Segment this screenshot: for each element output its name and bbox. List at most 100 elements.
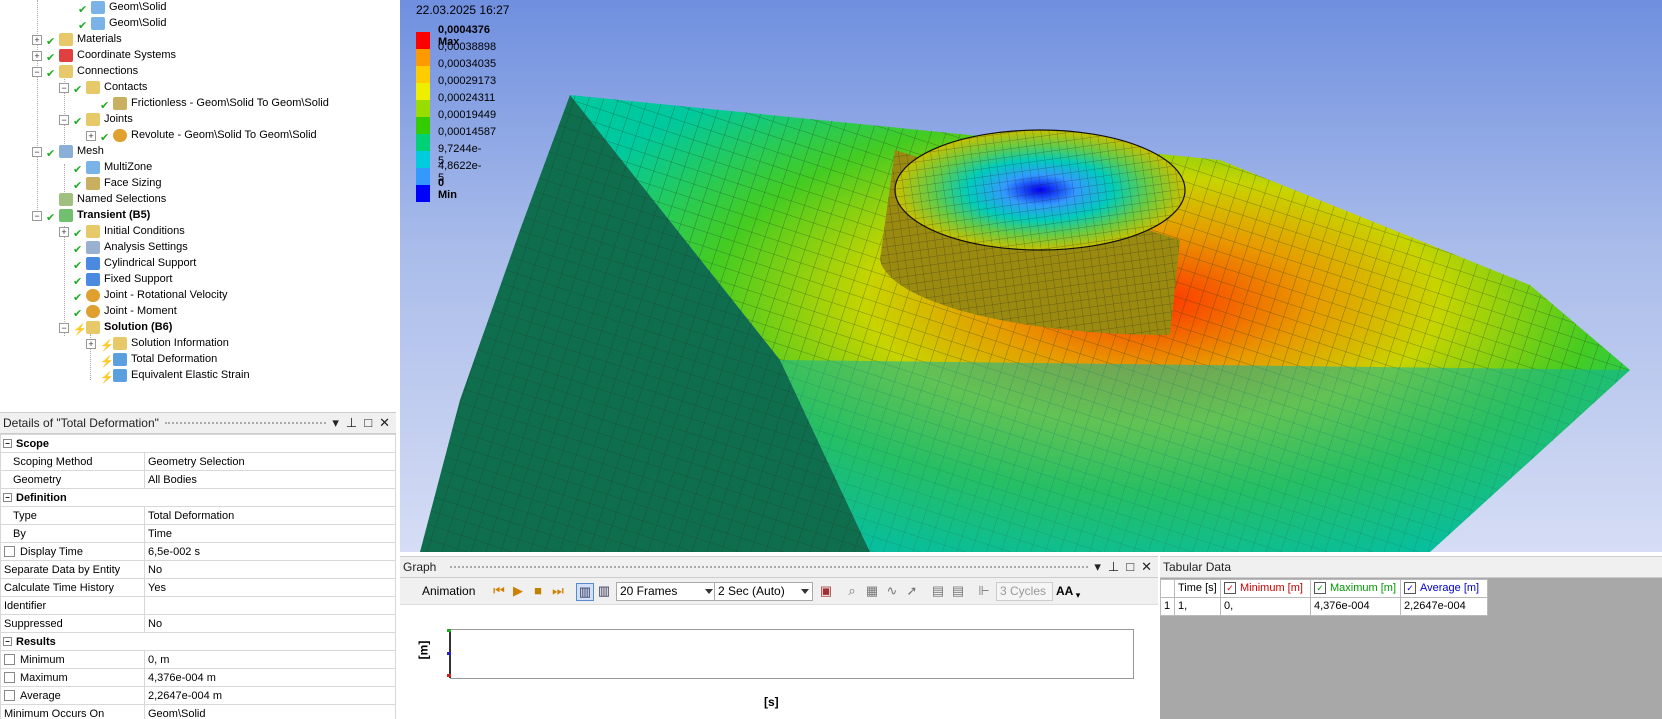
property-value[interactable]: Time <box>145 525 396 543</box>
section-definition[interactable]: −Definition <box>1 489 396 507</box>
property-row[interactable]: TypeTotal Deformation <box>1 507 396 525</box>
collapse-joints-icon[interactable]: − <box>59 115 69 125</box>
table-cell[interactable]: 4,376e-004 <box>1310 597 1402 616</box>
maximize-icon[interactable]: □ <box>1126 559 1134 574</box>
tree-item-connections[interactable]: ✔Connections <box>46 63 138 79</box>
tree-item-geom-solid-1[interactable]: ✔Geom\Solid <box>78 0 166 15</box>
collapse-transient-icon[interactable]: − <box>32 211 42 221</box>
property-value[interactable]: All Bodies <box>145 471 396 489</box>
play-icon[interactable]: ▶ <box>510 583 526 599</box>
cycle-icon[interactable]: ⊩ <box>976 583 992 599</box>
tree-item-fixed-support[interactable]: ✔Fixed Support <box>73 271 172 287</box>
collapse-mesh-icon[interactable]: − <box>32 147 42 157</box>
parameter-checkbox[interactable] <box>4 546 15 557</box>
expand-solution-information-icon[interactable]: + <box>86 339 96 349</box>
table-icon[interactable]: ▤ <box>930 583 946 599</box>
column-header-time[interactable]: Time [s] <box>1174 579 1223 598</box>
tree-item-frictionless-contact[interactable]: ✔Frictionless - Geom\Solid To Geom\Solid <box>100 95 329 111</box>
column-header-average[interactable]: ✓Average [m] <box>1400 579 1488 598</box>
property-value[interactable] <box>145 597 396 615</box>
maximize-icon[interactable]: □ <box>364 415 372 430</box>
column-header-minimum[interactable]: ✓Minimum [m] <box>1220 579 1312 598</box>
expand-coordinate-systems-icon[interactable]: + <box>32 51 42 61</box>
property-value[interactable]: Geometry Selection <box>145 453 396 471</box>
parameter-checkbox[interactable] <box>4 654 15 665</box>
expand-revolute-icon[interactable]: + <box>86 131 96 141</box>
table-cell[interactable]: 0, <box>1220 597 1312 616</box>
tree-item-total-deformation[interactable]: ⚡Total Deformation <box>100 351 217 367</box>
column-header-maximum[interactable]: ✓Maximum [m] <box>1310 579 1402 598</box>
property-row[interactable]: ByTime <box>1 525 396 543</box>
graphics-viewport[interactable]: 22.03.2025 16:27 0,0004376 Max 0,0003889… <box>400 0 1662 552</box>
expand-initial-conditions-icon[interactable]: + <box>59 227 69 237</box>
graph-plot-area[interactable] <box>450 629 1134 679</box>
tree-item-transient[interactable]: ✔Transient (B5) <box>46 207 150 223</box>
deformation-contour-model[interactable] <box>400 0 1662 552</box>
cycles-select[interactable]: 3 Cycles <box>996 582 1053 601</box>
tree-item-joint-moment[interactable]: ✔Joint - Moment <box>73 303 177 319</box>
tree-item-contacts[interactable]: ✔Contacts <box>73 79 147 95</box>
property-row[interactable]: GeometryAll Bodies <box>1 471 396 489</box>
property-row[interactable]: Minimum0, m <box>1 651 396 669</box>
zoom-icon[interactable]: ⌕ <box>844 583 860 599</box>
dropdown-icon[interactable]: ▾ <box>332 415 339 430</box>
checkbox-icon[interactable]: ✓ <box>1224 582 1236 594</box>
tree-item-solution-information[interactable]: ⚡Solution Information <box>100 335 229 351</box>
tree-item-materials[interactable]: ✔Materials <box>46 31 122 47</box>
probe-icon[interactable]: ➚ <box>904 583 920 599</box>
tree-item-face-sizing[interactable]: ✔Face Sizing <box>73 175 161 191</box>
tree-item-revolute-joint[interactable]: ✔Revolute - Geom\Solid To Geom\Solid <box>100 127 317 143</box>
tree-item-solution[interactable]: ⚡Solution (B6) <box>73 319 172 335</box>
property-row[interactable]: Calculate Time HistoryYes <box>1 579 396 597</box>
section-results[interactable]: −Results <box>1 633 396 651</box>
curve-fit-icon[interactable]: ∿ <box>884 583 900 599</box>
close-icon[interactable]: ✕ <box>379 415 390 430</box>
tree-item-joint-rotational-velocity[interactable]: ✔Joint - Rotational Velocity <box>73 287 228 303</box>
tree-item-mesh[interactable]: ✔Mesh <box>46 143 104 159</box>
tree-item-coordinate-systems[interactable]: ✔Coordinate Systems <box>46 47 176 63</box>
pin-icon[interactable]: ⊥ <box>346 415 357 430</box>
close-icon[interactable]: ✕ <box>1141 559 1152 574</box>
next-frame-icon[interactable]: ⏭ <box>550 583 566 599</box>
dropdown-icon[interactable]: ▾ <box>1094 559 1101 574</box>
grid-icon[interactable]: ▦ <box>864 583 880 599</box>
property-row[interactable]: Separate Data by EntityNo <box>1 561 396 579</box>
property-row[interactable]: Maximum4,376e-004 m <box>1 669 396 687</box>
parameter-checkbox[interactable] <box>4 690 15 701</box>
property-row[interactable]: Scoping MethodGeometry Selection <box>1 453 396 471</box>
property-row[interactable]: Minimum Occurs OnGeom\Solid <box>1 705 396 719</box>
checkbox-icon[interactable]: ✓ <box>1404 582 1416 594</box>
checkbox-icon[interactable]: ✓ <box>1314 582 1326 594</box>
property-row[interactable]: Display Time6,5e-002 s <box>1 543 396 561</box>
distributed-frames-icon[interactable]: ▥ <box>576 583 594 601</box>
property-value[interactable]: Total Deformation <box>145 507 396 525</box>
chart-icon[interactable]: ▤ <box>950 583 966 599</box>
tree-item-cylindrical-support[interactable]: ✔Cylindrical Support <box>73 255 196 271</box>
property-row[interactable]: Identifier <box>1 597 396 615</box>
property-value[interactable]: 6,5e-002 s <box>145 543 396 561</box>
collapse-contacts-icon[interactable]: − <box>59 83 69 93</box>
tree-item-geom-solid-2[interactable]: ✔Geom\Solid <box>78 15 166 31</box>
parameter-checkbox[interactable] <box>4 672 15 683</box>
chevron-down-icon[interactable]: ▾ <box>1070 587 1086 603</box>
property-value[interactable]: No <box>145 615 396 633</box>
table-cell[interactable]: 2,2647e-004 <box>1400 597 1488 616</box>
frames-select[interactable]: 20 Frames <box>616 582 717 601</box>
tree-item-named-selections[interactable]: Named Selections <box>59 191 166 207</box>
collapse-solution-icon[interactable]: − <box>59 323 69 333</box>
tree-item-analysis-settings[interactable]: ✔Analysis Settings <box>73 239 188 255</box>
stop-icon[interactable]: ■ <box>530 583 546 599</box>
export-video-icon[interactable]: ▣ <box>818 583 834 599</box>
pin-icon[interactable]: ⊥ <box>1108 559 1119 574</box>
result-sets-icon[interactable]: ▥ <box>596 583 612 599</box>
tree-item-joints[interactable]: ✔Joints <box>73 111 133 127</box>
tree-item-equivalent-elastic-strain[interactable]: ⚡Equivalent Elastic Strain <box>100 367 250 383</box>
property-value[interactable]: Yes <box>145 579 396 597</box>
tree-item-initial-conditions[interactable]: ✔Initial Conditions <box>73 223 185 239</box>
section-scope[interactable]: −Scope <box>1 435 396 453</box>
collapse-icon[interactable]: − <box>3 637 12 646</box>
tree-item-multizone[interactable]: ✔MultiZone <box>73 159 152 175</box>
collapse-icon[interactable]: − <box>3 493 12 502</box>
table-cell[interactable]: 1, <box>1174 597 1223 616</box>
property-row[interactable]: SuppressedNo <box>1 615 396 633</box>
